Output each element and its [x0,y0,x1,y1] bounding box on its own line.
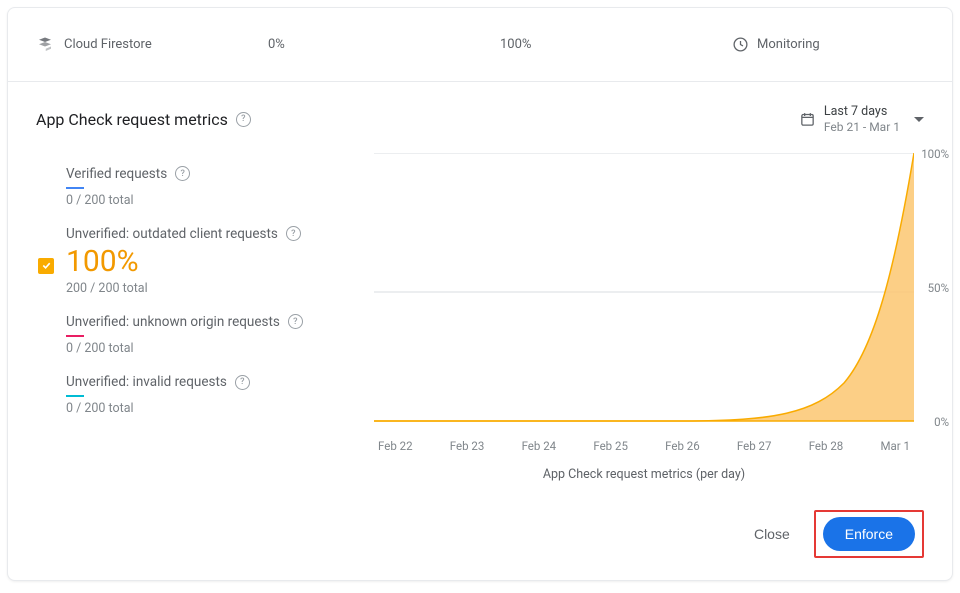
y-tick-100: 100% [921,147,949,161]
legend-title-invalid: Unverified: invalid requests [66,374,227,390]
y-tick-0: 0% [934,415,949,429]
legend-stat-invalid: 0 / 200 total [66,401,362,416]
legend-stat-outdated: 200 / 200 total [66,281,362,296]
chart-area: 100% 50% 0% [374,153,914,431]
legend-value-outdated: 100% [66,247,362,277]
legend-stat-unknown: 0 / 200 total [66,341,362,356]
date-range-picker[interactable]: Last 7 days Feb 21 - Mar 1 [799,104,924,135]
x-tick: Feb 26 [665,439,700,453]
date-range-value: Feb 21 - Mar 1 [824,120,900,135]
legend-title-outdated: Unverified: outdated client requests [66,226,278,242]
help-icon[interactable]: ? [236,112,251,127]
help-icon[interactable]: ? [288,314,303,329]
enforce-highlight: Enforce [814,510,924,558]
legend-column: Verified requests ? 0 / 200 total Unveri… [36,153,362,482]
legend-title-verified: Verified requests [66,166,167,182]
state-col: Monitoring [732,36,924,53]
help-icon[interactable]: ? [235,375,250,390]
calendar-icon [799,111,816,128]
clock-icon [732,36,749,53]
legend-title-unknown: Unverified: unknown origin requests [66,314,280,330]
legend-item-invalid[interactable]: Unverified: invalid requests ? 0 / 200 t… [36,366,362,426]
x-tick: Feb 28 [809,439,844,453]
legend-item-outdated[interactable]: Unverified: outdated client requests ? 1… [36,218,362,306]
x-tick: Mar 1 [880,439,910,453]
series-swatch-unknown [66,335,84,337]
date-range-label: Last 7 days [824,104,900,120]
x-axis-labels: Feb 22 Feb 23 Feb 24 Feb 25 Feb 26 Feb 2… [374,439,914,453]
state-label: Monitoring [757,37,820,52]
app-check-metrics-card: Cloud Firestore 0% 100% Monitoring App C… [7,7,953,581]
chart-column: 100% 50% 0% Feb 22 Feb 23 Feb 24 Fe [374,153,924,482]
x-tick: Feb 22 [378,439,413,453]
series-swatch-verified [66,187,84,189]
chart-svg [374,153,914,431]
chevron-down-icon [914,117,924,122]
footer-actions: Close Enforce [8,492,952,580]
pct0-col: 0% [268,37,500,52]
product-col: Cloud Firestore [36,36,268,54]
close-button[interactable]: Close [750,518,794,550]
legend-checkbox-outdated[interactable] [38,258,54,274]
pct100-col: 100% [500,37,732,52]
x-tick: Feb 27 [737,439,772,453]
series-swatch-invalid [66,395,84,397]
help-icon[interactable]: ? [175,166,190,181]
firestore-icon [36,36,54,54]
x-tick: Feb 23 [450,439,485,453]
legend-item-unknown[interactable]: Unverified: unknown origin requests ? 0 … [36,306,362,366]
product-name: Cloud Firestore [64,37,152,52]
enforce-button[interactable]: Enforce [823,517,915,551]
header-row: Cloud Firestore 0% 100% Monitoring [8,8,952,82]
y-tick-50: 50% [928,281,949,295]
x-tick: Feb 25 [593,439,628,453]
x-tick: Feb 24 [522,439,557,453]
page-title: App Check request metrics [36,110,228,129]
legend-item-verified[interactable]: Verified requests ? 0 / 200 total [36,158,362,218]
legend-stat-verified: 0 / 200 total [66,193,362,208]
chart-caption: App Check request metrics (per day) [374,467,914,482]
help-icon[interactable]: ? [286,226,301,241]
